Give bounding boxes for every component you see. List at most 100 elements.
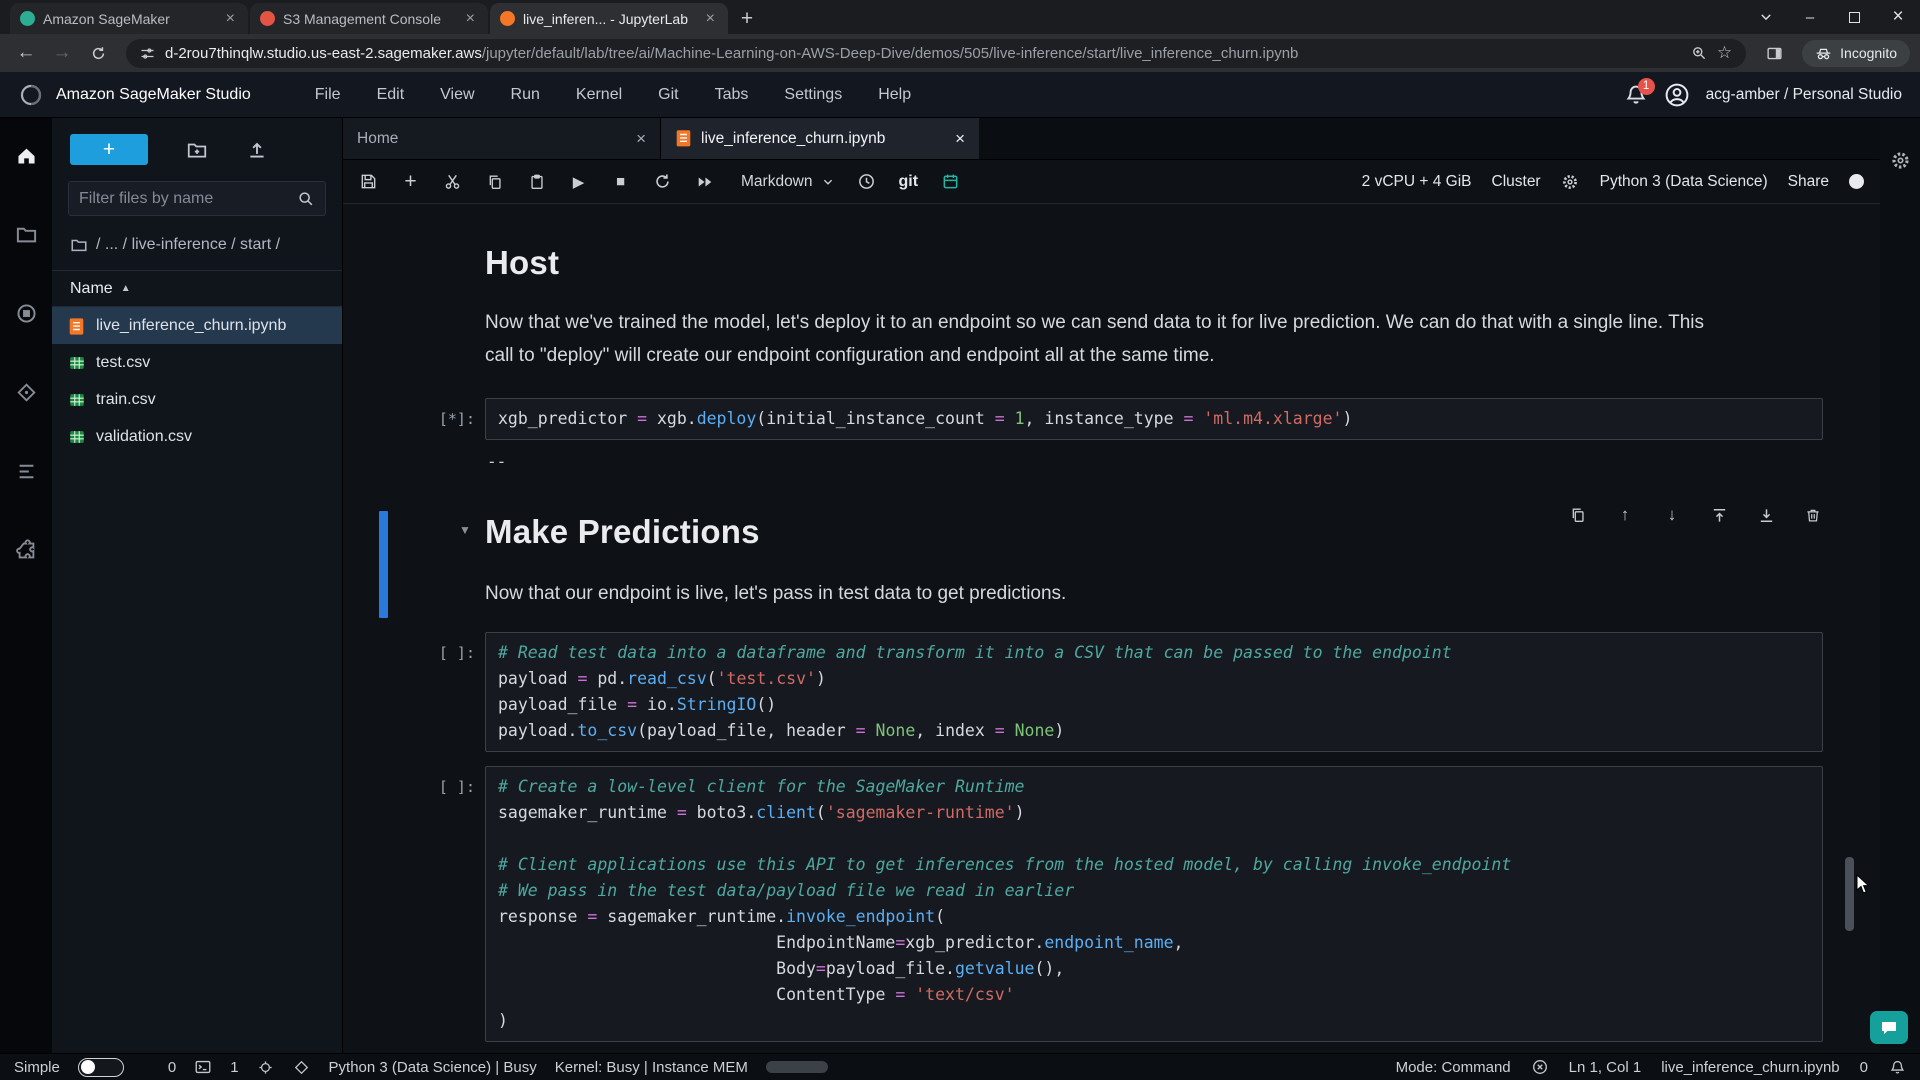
menu-git[interactable]: Git (658, 86, 678, 104)
file-filter[interactable] (68, 181, 326, 216)
new-launcher-button[interactable]: + (70, 134, 148, 165)
simple-mode-toggle[interactable] (77, 1057, 124, 1077)
paste-icon[interactable] (527, 172, 546, 191)
crosshair-icon[interactable] (257, 1058, 275, 1076)
active-file-name[interactable]: live_inference_churn.ipynb (1661, 1059, 1839, 1076)
new-tab-button[interactable]: + (730, 3, 764, 34)
cell-host[interactable]: Host Now that we've trained the model, le… (343, 230, 1880, 398)
share-button[interactable]: Share (1788, 173, 1829, 191)
settings-gear-icon[interactable] (1890, 150, 1911, 171)
tab-notebook[interactable]: live_inference_churn.ipynb × (661, 118, 979, 159)
cell-invoke-cell[interactable]: [ ]: # Create a low-level client for the … (343, 766, 1880, 1042)
forward-button[interactable]: → (46, 37, 78, 69)
breadcrumb[interactable]: / ... / live-inference / start / (70, 232, 324, 258)
close-icon[interactable]: × (463, 10, 478, 28)
kernel-status-text[interactable]: Python 3 (Data Science) | Busy (329, 1059, 537, 1076)
notification-bell-icon[interactable]: 1 (1624, 77, 1655, 107)
chat-widget-button[interactable] (1870, 1011, 1908, 1044)
file-filter-input[interactable] (79, 189, 289, 208)
zoom-icon[interactable] (1691, 45, 1707, 61)
menu-run[interactable]: Run (511, 86, 540, 104)
restart-run-all-icon[interactable] (695, 172, 714, 191)
move-up-icon[interactable]: ↑ (1615, 505, 1635, 525)
kernel-session-count[interactable]: 1 (230, 1059, 238, 1076)
cursor-position[interactable]: Ln 1, Col 1 (1569, 1059, 1642, 1076)
kernel-name[interactable]: Python 3 (Data Science) (1600, 173, 1768, 191)
close-icon[interactable]: × (223, 10, 238, 28)
code-editor[interactable]: xgb_predictor = xgb.deploy(initial_insta… (485, 398, 1823, 440)
cut-icon[interactable] (443, 172, 462, 191)
collapse-chevron-icon[interactable]: ▼ (459, 523, 471, 537)
cell-body[interactable]: # Create a low-level client for the Sage… (485, 766, 1823, 1042)
extensions-icon[interactable] (15, 539, 38, 562)
cell-payload-cell[interactable]: [ ]: # Read test data into a dataframe an… (343, 632, 1880, 752)
cell-deploy-cell[interactable]: [*]: xgb_predictor = xgb.deploy(initial_i… (343, 398, 1880, 471)
avatar-icon[interactable] (1664, 82, 1690, 108)
delete-icon[interactable] (1803, 505, 1823, 525)
git-icon[interactable] (15, 381, 38, 404)
cell-body[interactable]: Host Now that we've trained the model, le… (485, 230, 1823, 398)
browser-tab-0[interactable]: Amazon SageMaker × (10, 3, 248, 34)
menu-kernel[interactable]: Kernel (576, 86, 622, 104)
menu-help[interactable]: Help (878, 86, 911, 104)
code-editor[interactable]: # Read test data into a dataframe and tr… (485, 632, 1823, 752)
menu-file[interactable]: File (315, 86, 341, 104)
save-icon[interactable] (359, 172, 378, 191)
close-icon[interactable]: × (955, 129, 965, 149)
file-list-header[interactable]: Name ▲ (52, 270, 342, 307)
terminal-count[interactable]: 0 (168, 1059, 176, 1076)
bookmark-star-icon[interactable]: ☆ (1717, 43, 1732, 63)
menu-tabs[interactable]: Tabs (715, 86, 749, 104)
new-folder-icon[interactable] (186, 139, 208, 161)
git-toolbar-button[interactable]: git (899, 173, 919, 191)
running-sessions-icon[interactable] (15, 302, 38, 325)
menu-view[interactable]: View (440, 86, 474, 104)
file-row[interactable]: live_inference_churn.ipynb (52, 307, 342, 344)
upload-icon[interactable] (246, 139, 268, 161)
insert-above-icon[interactable] (1709, 505, 1729, 525)
insert-cell-icon[interactable]: + (401, 170, 420, 193)
table-of-contents-icon[interactable] (15, 460, 38, 483)
address-bar[interactable]: d-2rou7thinqlw.studio.us-east-2.sagemake… (126, 38, 1747, 68)
close-icon[interactable]: × (636, 129, 646, 149)
tab-search-chevron-icon[interactable] (1744, 0, 1788, 34)
close-window-button[interactable]: × (1876, 0, 1920, 34)
command-mode-label[interactable]: Mode: Command (1396, 1059, 1511, 1076)
menu-edit[interactable]: Edit (377, 86, 405, 104)
git-status-icon[interactable] (293, 1058, 311, 1076)
close-icon[interactable]: × (703, 10, 718, 28)
side-panel-icon[interactable] (1758, 37, 1790, 69)
notification-count[interactable]: 0 (1860, 1059, 1868, 1076)
scheduler-icon[interactable] (941, 172, 960, 191)
home-icon[interactable] (15, 144, 38, 167)
account-name[interactable]: acg-amber / Personal Studio (1706, 86, 1902, 104)
kernel-busy-indicator[interactable] (1849, 174, 1864, 189)
kill-kernel-icon[interactable] (1531, 1058, 1549, 1076)
cell-body[interactable]: # Read test data into a dataframe and tr… (485, 632, 1823, 752)
history-icon[interactable] (857, 172, 876, 191)
file-row[interactable]: train.csv (52, 381, 342, 418)
cell-body[interactable]: xgb_predictor = xgb.deploy(initial_insta… (485, 398, 1823, 471)
cell-make-predictions[interactable]: ▼ ↑ ↓ Make Predictions Now that our endpoint… (343, 505, 1880, 632)
minimize-button[interactable]: – (1788, 0, 1832, 34)
code-editor[interactable]: # Create a low-level client for the Sage… (485, 766, 1823, 1042)
site-info-icon[interactable] (140, 46, 155, 61)
refresh-button[interactable] (82, 37, 114, 69)
insert-below-icon[interactable] (1756, 505, 1776, 525)
browser-tab-1[interactable]: S3 Management Console × (250, 3, 488, 34)
restart-kernel-icon[interactable] (653, 172, 672, 191)
file-row[interactable]: validation.csv (52, 418, 342, 455)
scrollbar-thumb[interactable] (1845, 857, 1854, 931)
tab-home[interactable]: Home × (343, 118, 661, 159)
cell-type-dropdown[interactable]: Markdown (741, 173, 834, 191)
instance-resources[interactable]: 2 vCPU + 4 GiB (1362, 173, 1472, 191)
file-browser-icon[interactable] (15, 223, 38, 246)
stop-icon[interactable]: ■ (611, 172, 630, 191)
duplicate-icon[interactable] (1568, 505, 1588, 525)
bell-icon[interactable] (1888, 1058, 1906, 1076)
cell-body[interactable]: ▼ ↑ ↓ Make Predictions Now that our endpoint… (459, 505, 1823, 632)
instance-gear-icon[interactable] (1561, 172, 1580, 191)
cluster-button[interactable]: Cluster (1492, 173, 1541, 191)
run-icon[interactable]: ▶ (569, 172, 588, 191)
back-button[interactable]: ← (10, 37, 42, 69)
